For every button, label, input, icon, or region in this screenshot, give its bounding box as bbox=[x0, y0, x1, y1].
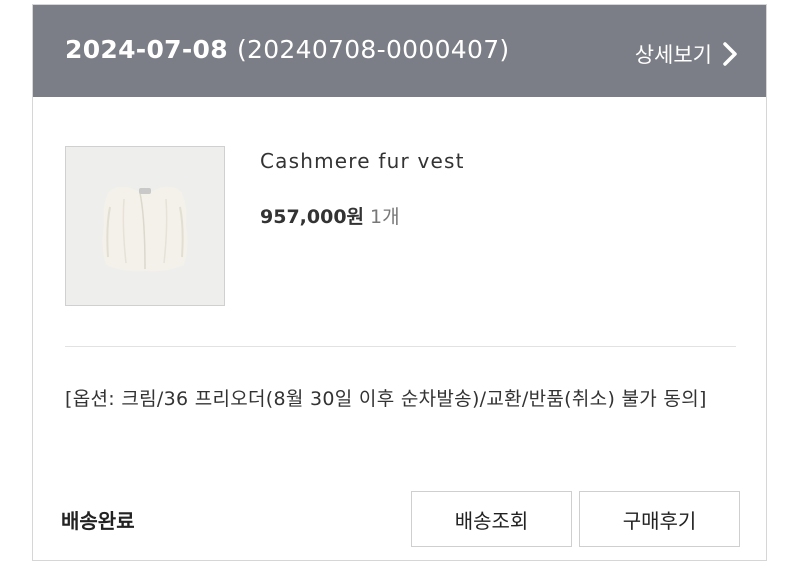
view-details-label: 상세보기 bbox=[634, 43, 712, 67]
product-image bbox=[66, 147, 224, 305]
price-line: 957,000원 1개 bbox=[260, 202, 400, 229]
product-name[interactable]: Cashmere fur vest bbox=[260, 149, 465, 173]
order-title: 2024-07-08 (20240708-0000407) bbox=[65, 35, 509, 64]
delivery-status: 배송완료 bbox=[61, 509, 135, 533]
product-thumbnail[interactable] bbox=[65, 146, 225, 306]
track-delivery-button[interactable]: 배송조회 bbox=[411, 491, 572, 547]
order-card: 2024-07-08 (20240708-0000407) 상세보기 Cashm… bbox=[32, 4, 767, 561]
chevron-right-icon bbox=[723, 42, 737, 66]
order-date: 2024-07-08 bbox=[65, 35, 228, 64]
product-quantity: 1개 bbox=[370, 206, 400, 228]
view-details-link[interactable]: 상세보기 bbox=[635, 39, 738, 69]
divider bbox=[65, 346, 736, 347]
product-price: 957,000원 bbox=[260, 206, 365, 228]
product-option: [옵션: 크림/36 프리오더(8월 30일 이후 순차발송)/교환/반품(취소… bbox=[65, 388, 707, 410]
write-review-button[interactable]: 구매후기 bbox=[579, 491, 740, 547]
order-number: (20240708-0000407) bbox=[236, 35, 510, 64]
order-header: 2024-07-08 (20240708-0000407) 상세보기 bbox=[33, 5, 766, 97]
